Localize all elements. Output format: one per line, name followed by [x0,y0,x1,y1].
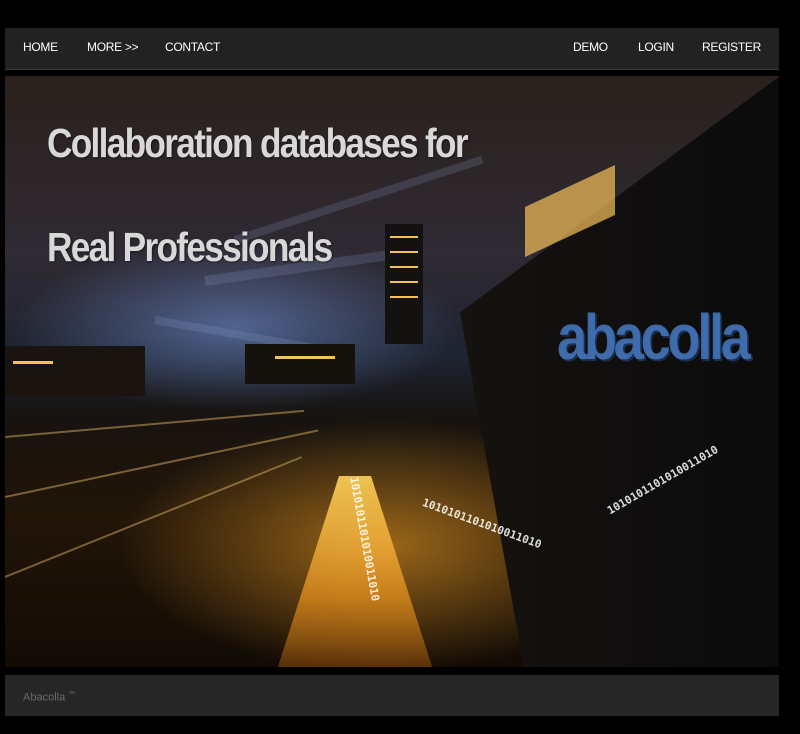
lit-windows [390,251,418,253]
lit-windows [390,236,418,238]
footer-brand: Abacolla [23,691,66,704]
hero-headline-line2: Real Professionals [47,224,333,270]
lit-windows [390,281,418,283]
lit-windows [275,356,335,359]
nav-home-link[interactable]: HOME [23,28,58,69]
footer-copyright: Abacolla ™ [23,675,75,718]
hero-banner-image: 1010101101010011010 1010101101010011010 … [5,76,779,667]
rail-track [5,409,304,438]
lit-windows [390,296,418,298]
tower-building [385,224,423,344]
trademark-symbol: ™ [68,691,76,698]
top-navbar: HOME MORE >> CONTACT DEMO LOGIN REGISTER [5,28,779,70]
nav-register-link[interactable]: REGISTER [702,28,761,69]
rail-track [5,456,303,578]
nav-demo-link[interactable]: DEMO [573,28,608,69]
skyline-building [5,346,145,396]
nav-more-link[interactable]: MORE >> [87,28,139,69]
rail-track [5,429,319,498]
skyline-building [245,344,355,384]
nav-login-link[interactable]: LOGIN [638,28,674,69]
hero-headline-line1: Collaboration databases for [47,120,469,166]
nav-contact-link[interactable]: CONTACT [165,28,220,69]
lit-windows [13,361,53,364]
page-footer: Abacolla ™ [5,675,779,716]
lit-windows [390,266,418,268]
abacolla-logo: abacolla [557,301,751,373]
